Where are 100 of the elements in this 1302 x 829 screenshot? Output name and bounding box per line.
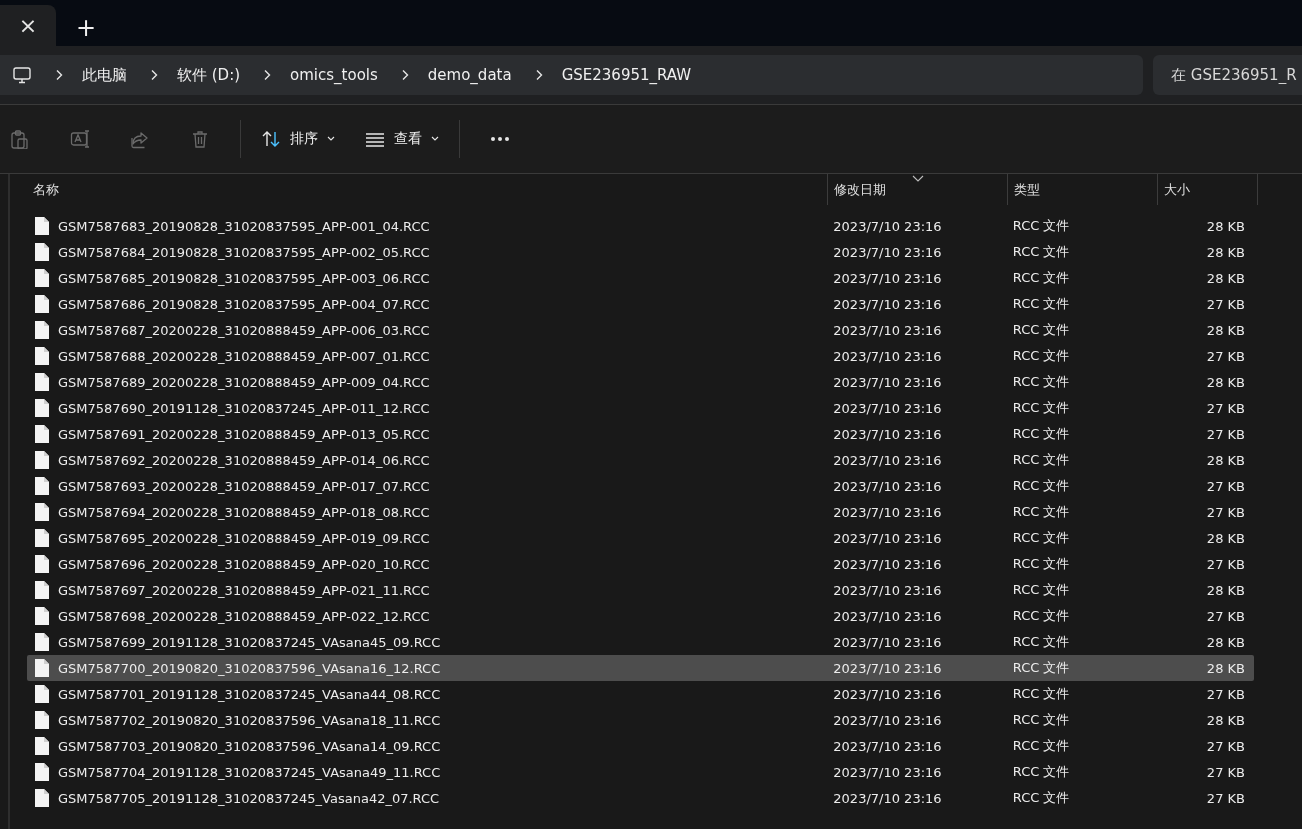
- column-header[interactable]: 大小: [1158, 174, 1258, 205]
- file-row[interactable]: GSM7587693_20200228_31020888459_APP-017_07.RCC 2023/7/10 23:16 RCC 文件 27 KB: [27, 473, 1254, 499]
- file-type: RCC 文件: [1011, 243, 1071, 261]
- modified-date: 2023/7/10 23:16: [832, 686, 943, 702]
- file-row[interactable]: GSM7587701_20191128_31020837245_VAsana44_08.RCC 2023/7/10 23:16 RCC 文件 27 KB: [27, 681, 1254, 707]
- file-icon: [34, 268, 50, 288]
- file-name: GSM7587696_20200228_31020888459_APP-020_10.RCC: [58, 556, 430, 572]
- file-row[interactable]: GSM7587703_20190820_31020837596_VAsana14_09.RCC 2023/7/10 23:16 RCC 文件 27 KB: [27, 733, 1254, 759]
- more-icon: [490, 136, 510, 142]
- sort-button[interactable]: 排序: [251, 121, 345, 157]
- file-name: GSM7587687_20200228_31020888459_APP-006_03.RCC: [58, 322, 430, 338]
- close-tab-button[interactable]: ×: [14, 14, 42, 37]
- file-row[interactable]: GSM7587691_20200228_31020888459_APP-013_05.RCC 2023/7/10 23:16 RCC 文件 27 KB: [27, 421, 1254, 447]
- file-type: RCC 文件: [1011, 737, 1071, 755]
- file-name: GSM7587700_20190820_31020837596_VAsana16_12.RCC: [58, 660, 441, 676]
- file-size: 28 KB: [1205, 322, 1246, 338]
- file-row[interactable]: GSM7587694_20200228_31020888459_APP-018_08.RCC 2023/7/10 23:16 RCC 文件 27 KB: [27, 499, 1254, 525]
- file-type: RCC 文件: [1011, 659, 1071, 677]
- breadcrumb-item[interactable]: GSE236951_RAW: [561, 66, 692, 84]
- file-size: 28 KB: [1205, 244, 1246, 260]
- column-header[interactable]: 类型: [1008, 174, 1158, 205]
- file-row[interactable]: GSM7587683_20190828_31020837595_APP-001_04.RCC 2023/7/10 23:16 RCC 文件 28 KB: [27, 213, 1254, 239]
- file-row[interactable]: GSM7587685_20190828_31020837595_APP-003_06.RCC 2023/7/10 23:16 RCC 文件 28 KB: [27, 265, 1254, 291]
- file-icon: [34, 320, 50, 340]
- file-row[interactable]: GSM7587704_20191128_31020837245_VAsana49_11.RCC 2023/7/10 23:16 RCC 文件 27 KB: [27, 759, 1254, 785]
- file-name: GSM7587701_20191128_31020837245_VAsana44_08.RCC: [58, 686, 441, 702]
- modified-date: 2023/7/10 23:16: [832, 426, 943, 442]
- file-row[interactable]: GSM7587700_20190820_31020837596_VAsana16_12.RCC 2023/7/10 23:16 RCC 文件 28 KB: [27, 655, 1254, 681]
- file-row[interactable]: GSM7587686_20190828_31020837595_APP-004_07.RCC 2023/7/10 23:16 RCC 文件 27 KB: [27, 291, 1254, 317]
- chevron-icon: [262, 69, 273, 81]
- column-header[interactable]: 名称: [27, 174, 828, 205]
- modified-date: 2023/7/10 23:16: [832, 478, 943, 494]
- modified-date: 2023/7/10 23:16: [832, 738, 943, 754]
- file-row[interactable]: GSM7587698_20200228_31020888459_APP-022_12.RCC 2023/7/10 23:16 RCC 文件 27 KB: [27, 603, 1254, 629]
- file-name: GSM7587694_20200228_31020888459_APP-018_08.RCC: [58, 504, 430, 520]
- modified-date: 2023/7/10 23:16: [832, 530, 943, 546]
- file-name: GSM7587683_20190828_31020837595_APP-001_04.RCC: [58, 218, 430, 234]
- modified-date: 2023/7/10 23:16: [832, 608, 943, 624]
- file-icon: [34, 294, 50, 314]
- breadcrumb-item[interactable]: 软件 (D:): [177, 65, 241, 85]
- file-type: RCC 文件: [1011, 685, 1071, 703]
- view-button[interactable]: 查看: [355, 121, 449, 157]
- browser-tab[interactable]: ×: [0, 5, 56, 46]
- file-type: RCC 文件: [1011, 321, 1071, 339]
- file-size: 28 KB: [1205, 452, 1246, 468]
- file-size: 28 KB: [1205, 218, 1246, 234]
- file-size: 27 KB: [1205, 504, 1246, 520]
- file-icon: [34, 684, 50, 704]
- file-row[interactable]: GSM7587687_20200228_31020888459_APP-006_03.RCC 2023/7/10 23:16 RCC 文件 28 KB: [27, 317, 1254, 343]
- file-name: GSM7587699_20191128_31020837245_VAsana45_09.RCC: [58, 634, 441, 650]
- column-header[interactable]: 修改日期: [828, 174, 1008, 205]
- file-icon: [34, 580, 50, 600]
- file-icon: [34, 450, 50, 470]
- file-row[interactable]: GSM7587699_20191128_31020837245_VAsana45_09.RCC 2023/7/10 23:16 RCC 文件 28 KB: [27, 629, 1254, 655]
- file-icon: [34, 762, 50, 782]
- file-name: GSM7587695_20200228_31020888459_APP-019_09.RCC: [58, 530, 430, 546]
- address-field[interactable]: 此电脑 软件 (D:) omics_tools demo_data GSE236951_RAW: [0, 55, 1143, 95]
- text-cursor-icon: [70, 129, 90, 149]
- file-size: 27 KB: [1205, 686, 1246, 702]
- file-type: RCC 文件: [1011, 269, 1071, 287]
- file-name: GSM7587697_20200228_31020888459_APP-021_11.RCC: [58, 582, 430, 598]
- sort-caret-icon: [912, 175, 924, 182]
- chevron-icon: [54, 69, 64, 81]
- modified-date: 2023/7/10 23:16: [832, 764, 943, 780]
- file-row[interactable]: GSM7587697_20200228_31020888459_APP-021_11.RCC 2023/7/10 23:16 RCC 文件 28 KB: [27, 577, 1254, 603]
- file-row[interactable]: GSM7587692_20200228_31020888459_APP-014_06.RCC 2023/7/10 23:16 RCC 文件 28 KB: [27, 447, 1254, 473]
- file-size: 28 KB: [1205, 374, 1246, 390]
- breadcrumb-item[interactable]: omics_tools: [290, 66, 378, 84]
- modified-date: 2023/7/10 23:16: [832, 582, 943, 598]
- file-icon: [34, 216, 50, 236]
- file-icon: [34, 242, 50, 262]
- modified-date: 2023/7/10 23:16: [832, 218, 943, 234]
- file-row[interactable]: GSM7587705_20191128_31020837245_Vasana42_07.RCC 2023/7/10 23:16 RCC 文件 27 KB: [27, 785, 1254, 811]
- file-row[interactable]: GSM7587696_20200228_31020888459_APP-020_10.RCC 2023/7/10 23:16 RCC 文件 27 KB: [27, 551, 1254, 577]
- breadcrumb-item[interactable]: 此电脑: [82, 65, 127, 85]
- file-name: GSM7587693_20200228_31020888459_APP-017_07.RCC: [58, 478, 430, 494]
- file-size: 28 KB: [1205, 660, 1246, 676]
- breadcrumb-item[interactable]: demo_data: [427, 66, 512, 84]
- file-size: 27 KB: [1205, 348, 1246, 364]
- file-name: GSM7587702_20190820_31020837596_VAsana18_11.RCC: [58, 712, 441, 728]
- file-row[interactable]: GSM7587702_20190820_31020837596_VAsana18_11.RCC 2023/7/10 23:16 RCC 文件 28 KB: [27, 707, 1254, 733]
- file-row[interactable]: GSM7587695_20200228_31020888459_APP-019_09.RCC 2023/7/10 23:16 RCC 文件 28 KB: [27, 525, 1254, 551]
- file-type: RCC 文件: [1011, 425, 1071, 443]
- file-row[interactable]: GSM7587684_20190828_31020837595_APP-002_05.RCC 2023/7/10 23:16 RCC 文件 28 KB: [27, 239, 1254, 265]
- file-icon: [34, 528, 50, 548]
- file-name: GSM7587705_20191128_31020837245_Vasana42_07.RCC: [58, 790, 440, 806]
- file-size: 27 KB: [1205, 426, 1246, 442]
- file-type: RCC 文件: [1011, 347, 1071, 365]
- file-row[interactable]: GSM7587688_20200228_31020888459_APP-007_01.RCC 2023/7/10 23:16 RCC 文件 27 KB: [27, 343, 1254, 369]
- file-icon: [34, 502, 50, 522]
- caret-icon: [431, 136, 439, 142]
- file-type: RCC 文件: [1011, 477, 1071, 495]
- modified-date: 2023/7/10 23:16: [832, 504, 943, 520]
- new-tab-button[interactable]: +: [72, 16, 101, 40]
- search-field[interactable]: 在 GSE236951_R: [1153, 55, 1302, 95]
- file-type: RCC 文件: [1011, 217, 1071, 235]
- file-icon: [34, 346, 50, 366]
- file-row[interactable]: GSM7587690_20191128_31020837245_APP-011_12.RCC 2023/7/10 23:16 RCC 文件 27 KB: [27, 395, 1254, 421]
- file-icon: [34, 788, 50, 808]
- file-row[interactable]: GSM7587689_20200228_31020888459_APP-009_04.RCC 2023/7/10 23:16 RCC 文件 28 KB: [27, 369, 1254, 395]
